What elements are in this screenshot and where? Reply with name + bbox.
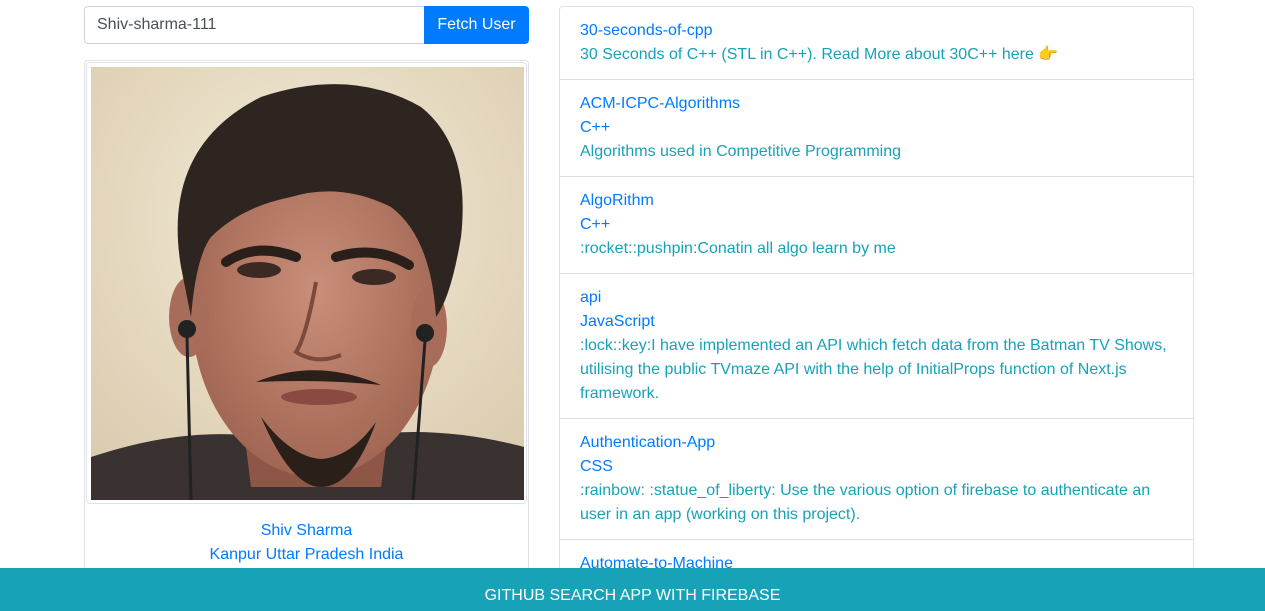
repo-description: 30 Seconds of C++ (STL in C++). Read Mor… xyxy=(580,46,1059,63)
repo-list: 30-seconds-of-cpp 30 Seconds of C++ (STL… xyxy=(559,6,1194,611)
profile-location: Kanpur Uttar Pradesh India xyxy=(209,546,404,563)
repo-item: ACM-ICPC-Algorithms C++ Algorithms used … xyxy=(560,80,1193,177)
repo-item: 30-seconds-of-cpp 30 Seconds of C++ (STL… xyxy=(560,7,1193,80)
repo-language: CSS xyxy=(580,458,613,475)
repo-name-link[interactable]: Authentication-App xyxy=(580,431,1173,455)
repo-item: Authentication-App CSS :rainbow: :statue… xyxy=(560,419,1193,540)
avatar-frame xyxy=(86,62,527,504)
avatar xyxy=(91,67,524,500)
repo-description: :lock::key:I have implemented an API whi… xyxy=(580,337,1167,402)
profile-card: Shiv Sharma Kanpur Uttar Pradesh India xyxy=(84,60,529,611)
profile-name: Shiv Sharma xyxy=(260,522,353,539)
repo-description: :rocket::pushpin:Conatin all algo learn … xyxy=(580,240,896,257)
repo-name-link[interactable]: api xyxy=(580,286,1173,310)
repo-description: :rainbow: :statue_of_liberty: Use the va… xyxy=(580,482,1151,523)
repo-item: AlgoRithm C++ :rocket::pushpin:Conatin a… xyxy=(560,177,1193,274)
repo-name-link[interactable]: AlgoRithm xyxy=(580,189,1173,213)
repo-language: C++ xyxy=(580,119,611,136)
search-group: Fetch User xyxy=(84,6,529,44)
footer-text: GITHUB SEARCH APP WITH FIREBASE xyxy=(484,587,781,604)
repo-language: JavaScript xyxy=(580,313,655,330)
repo-name-link[interactable]: ACM-ICPC-Algorithms xyxy=(580,92,1173,116)
page: Fetch User xyxy=(0,0,1265,611)
repo-description: Algorithms used in Competitive Programmi… xyxy=(580,143,902,160)
profile-info: Shiv Sharma Kanpur Uttar Pradesh India xyxy=(85,519,528,567)
repo-language: C++ xyxy=(580,216,611,233)
fetch-user-button[interactable]: Fetch User xyxy=(424,6,529,44)
repo-item: api JavaScript :lock::key:I have impleme… xyxy=(560,274,1193,419)
footer: GITHUB SEARCH APP WITH FIREBASE xyxy=(0,568,1265,611)
username-input[interactable] xyxy=(84,6,424,44)
repo-name-link[interactable]: 30-seconds-of-cpp xyxy=(580,19,1173,43)
